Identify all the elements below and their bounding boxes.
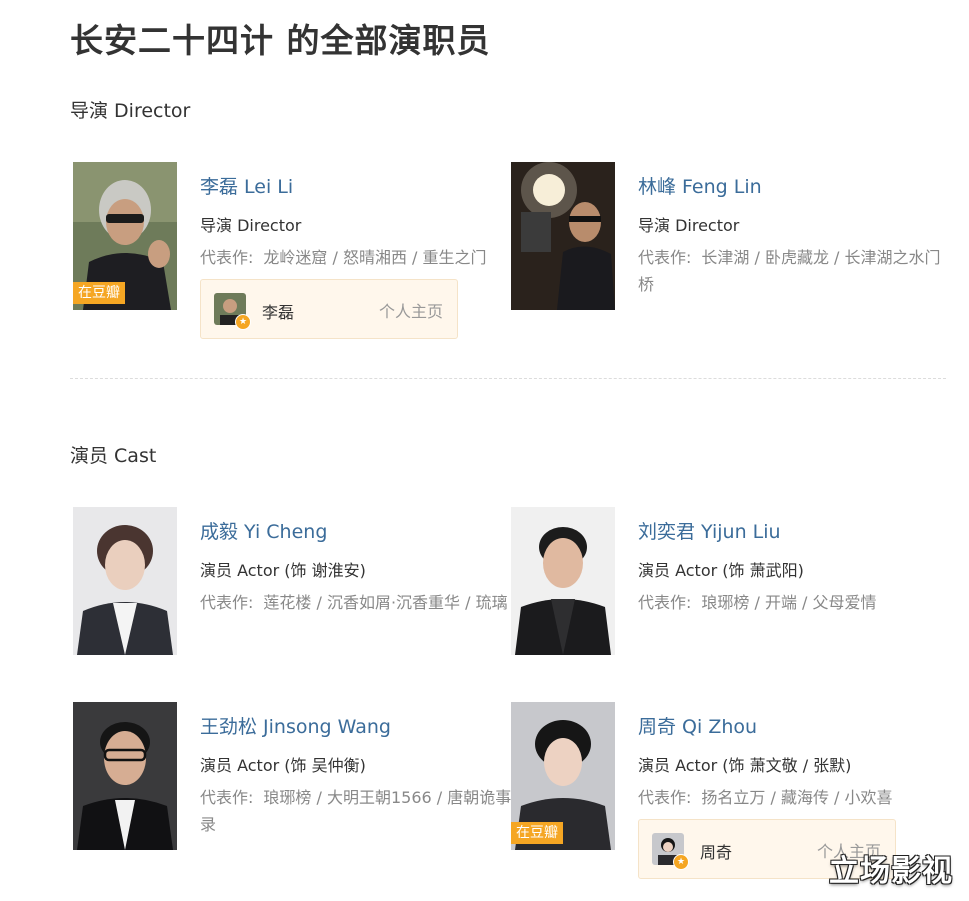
person-card: 成毅 Yi Cheng 演员 Actor (饰 谢淮安) 代表作: 莲花楼 / 沉… (70, 507, 510, 677)
works-list: 扬名立万 / 藏海传 / 小欢喜 (701, 788, 893, 807)
watermark: 立场影视 (829, 854, 953, 889)
person-works: 代表作: 琅琊榜 / 开端 / 父母爱情 (638, 589, 950, 616)
star-icon: ★ (235, 314, 251, 330)
person-name-link[interactable]: 刘奕君 Yijun Liu (638, 517, 781, 544)
person-name-link[interactable]: 林峰 Feng Lin (638, 172, 762, 199)
profile-name: 周奇 (700, 843, 733, 862)
person-works: 代表作: 扬名立万 / 藏海传 / 小欢喜 (638, 784, 950, 811)
person-role: 演员 Actor (饰 吴仲衡) (200, 756, 366, 775)
person-works: 代表作: 琅琊榜 / 大明王朝1566 / 唐朝诡事录 (200, 784, 512, 838)
person-works: 代表作: 莲花楼 / 沉香如屑·沉香重华 / 琉璃 (200, 589, 512, 616)
person-name-link[interactable]: 周奇 Qi Zhou (638, 712, 757, 739)
profile-name: 李磊 (262, 303, 295, 322)
person-name-link[interactable]: 王劲松 Jinsong Wang (200, 712, 391, 739)
works-label: 代表作: (200, 248, 254, 267)
person-card: 林峰 Feng Lin 导演 Director 代表作: 长津湖 / 卧虎藏龙 /… (508, 162, 948, 332)
douban-badge: 在豆瓣 (511, 822, 563, 844)
star-icon: ★ (673, 854, 689, 870)
person-role: 演员 Actor (饰 萧武阳) (638, 561, 804, 580)
person-photo[interactable]: 在豆瓣 (511, 702, 615, 850)
person-photo[interactable]: 在豆瓣 (73, 162, 177, 310)
works-label: 代表作: (200, 593, 254, 612)
person-name-link[interactable]: 李磊 Lei Li (200, 172, 293, 199)
person-role: 导演 Director (638, 216, 740, 235)
person-works: 代表作: 龙岭迷窟 / 怒晴湘西 / 重生之门 (200, 244, 512, 271)
works-label: 代表作: (638, 593, 692, 612)
person-photo[interactable] (73, 507, 177, 655)
works-list: 琅琊榜 / 开端 / 父母爱情 (701, 593, 877, 612)
person-role: 演员 Actor (饰 谢淮安) (200, 561, 366, 580)
section-title-director: 导演 Director (70, 100, 191, 122)
person-card: 王劲松 Jinsong Wang 演员 Actor (饰 吴仲衡) 代表作: 琅琊… (70, 702, 512, 872)
person-role: 导演 Director (200, 216, 302, 235)
person-card: 刘奕君 Yijun Liu 演员 Actor (饰 萧武阳) 代表作: 琅琊榜 /… (508, 507, 948, 677)
page-title: 长安二十四计 的全部演职员 (70, 21, 491, 60)
person-works: 代表作: 长津湖 / 卧虎藏龙 / 长津湖之水门桥 (638, 244, 950, 298)
works-label: 代表作: (638, 788, 692, 807)
person-photo[interactable] (511, 507, 615, 655)
person-role: 演员 Actor (饰 萧文敬 / 张默) (638, 756, 852, 775)
works-label: 代表作: (200, 788, 254, 807)
person-name-link[interactable]: 成毅 Yi Cheng (200, 517, 327, 544)
person-photo[interactable] (73, 702, 177, 850)
works-list: 龙岭迷窟 / 怒晴湘西 / 重生之门 (263, 248, 487, 267)
douban-profile-box[interactable]: ★ 李磊 个人主页 (200, 279, 458, 339)
person-card: 在豆瓣 李磊 Lei Li 导演 Director 代表作: 龙岭迷窟 / 怒晴湘… (70, 162, 512, 339)
divider (70, 378, 946, 379)
works-list: 莲花楼 / 沉香如屑·沉香重华 / 琉璃 (263, 593, 508, 612)
homepage-link[interactable]: 个人主页 (379, 298, 443, 322)
works-label: 代表作: (638, 248, 692, 267)
douban-badge: 在豆瓣 (73, 282, 125, 304)
section-title-cast: 演员 Cast (70, 445, 157, 467)
person-photo[interactable] (511, 162, 615, 310)
